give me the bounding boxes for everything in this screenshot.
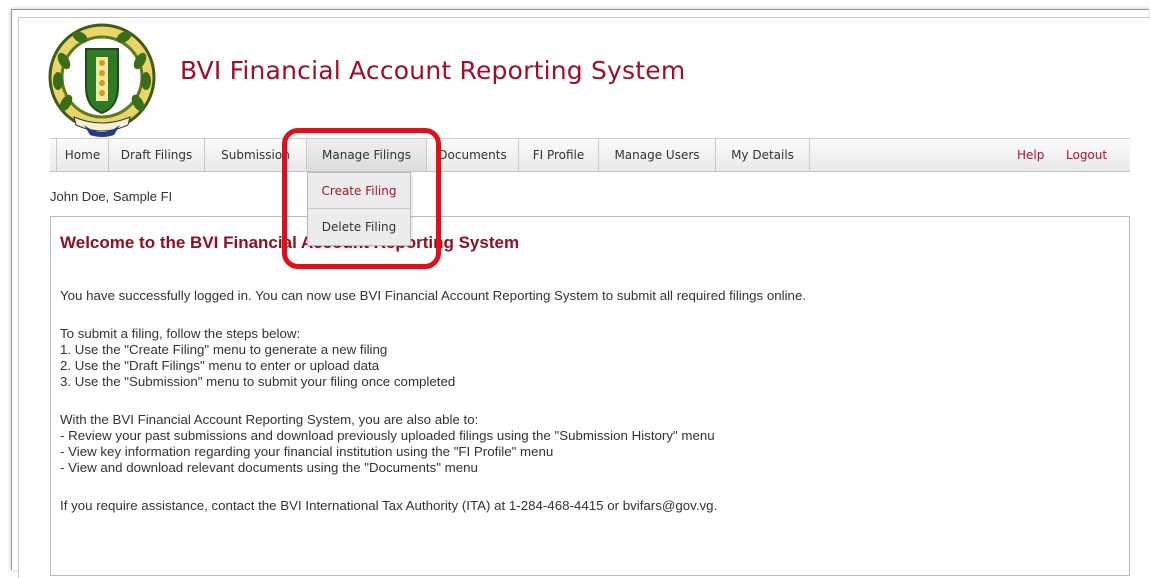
- step-item: 3. Use the "Submission" menu to submit y…: [60, 374, 456, 389]
- nav-my-details[interactable]: My Details: [716, 139, 810, 171]
- nav-draft-filings[interactable]: Draft Filings: [109, 139, 205, 171]
- nav-submission[interactable]: Submission: [205, 139, 307, 171]
- feature-item: - View and download relevant documents u…: [60, 460, 478, 475]
- nav-documents[interactable]: Documents: [427, 139, 519, 171]
- feature-item: - Review your past submissions and downl…: [60, 428, 715, 443]
- user-greeting: John Doe, Sample FI: [50, 189, 173, 204]
- features-heading: With the BVI Financial Account Reporting…: [60, 412, 479, 427]
- nav-manage-users[interactable]: Manage Users: [599, 139, 716, 171]
- feature-item: - View key information regarding your fi…: [60, 444, 554, 459]
- step-item: 1. Use the "Create Filing" menu to gener…: [60, 342, 388, 357]
- assistance-text: If you require assistance, contact the B…: [60, 498, 718, 513]
- manage-filings-dropdown: Create Filing Delete Filing: [307, 172, 411, 246]
- help-link[interactable]: Help: [1017, 139, 1044, 171]
- welcome-heading: Welcome to the BVI Financial Account Rep…: [60, 233, 520, 252]
- main-navbar: Home Draft Filings Submission Manage Fil…: [50, 138, 1130, 172]
- nav-fi-profile[interactable]: FI Profile: [519, 139, 599, 171]
- intro-text: You have successfully logged in. You can…: [60, 288, 807, 303]
- step-item: 2. Use the "Draft Filings" menu to enter…: [60, 358, 380, 373]
- coat-of-arms-logo: [48, 23, 156, 137]
- welcome-panel: [50, 216, 1130, 576]
- logout-link[interactable]: Logout: [1066, 139, 1107, 171]
- nav-manage-filings[interactable]: Manage Filings: [307, 139, 427, 171]
- steps-heading: To submit a filing, follow the steps bel…: [60, 326, 301, 341]
- app-title: BVI Financial Account Reporting System: [180, 56, 686, 85]
- create-filing-menu-item[interactable]: Create Filing: [308, 173, 410, 209]
- nav-home[interactable]: Home: [56, 139, 109, 171]
- delete-filing-menu-item[interactable]: Delete Filing: [308, 209, 410, 245]
